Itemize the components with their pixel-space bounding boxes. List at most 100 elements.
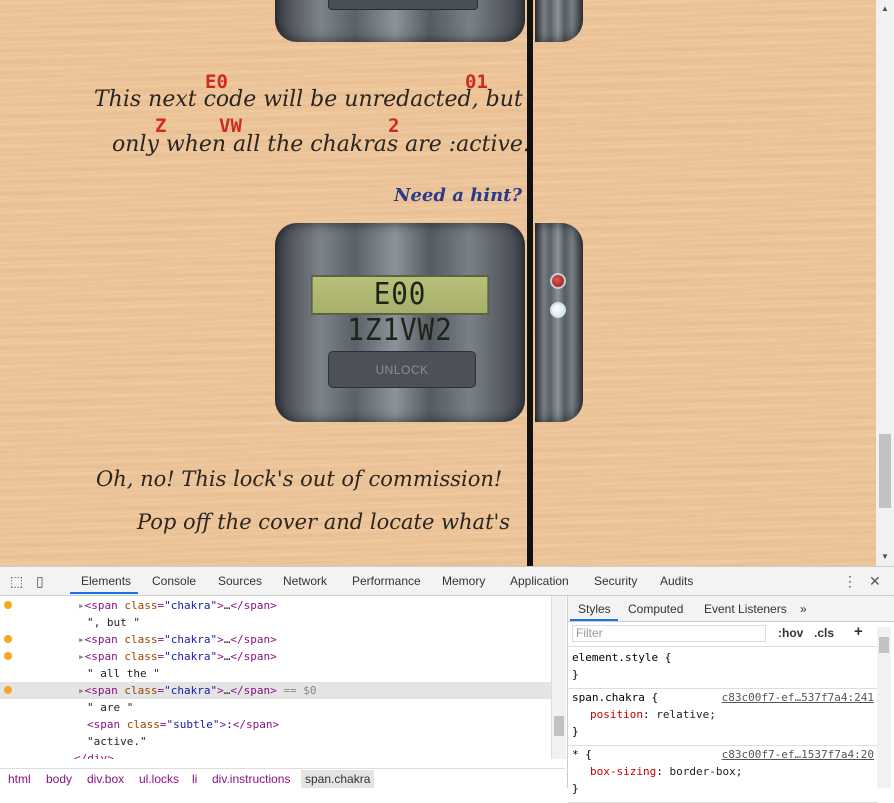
- style-rule[interactable]: element.style {}: [568, 648, 878, 689]
- style-rule[interactable]: * { c83c00f7-ef…1537f7a4:20 box-sizing: bo…: [568, 745, 878, 803]
- dom-node-row[interactable]: ▸<span class="chakra">…</span>: [0, 597, 551, 614]
- filter-row: Filter :hov .cls +: [568, 622, 878, 647]
- red-led-indicator: [550, 273, 566, 289]
- upper-lock-button[interactable]: [328, 0, 478, 10]
- breadcrumb-item[interactable]: div.box: [87, 772, 124, 786]
- dom-node-row[interactable]: ▸<span class="chakra">…</span>: [0, 648, 551, 665]
- dom-node-text: "active.": [87, 735, 147, 748]
- dom-node-row[interactable]: ", but ": [0, 614, 551, 631]
- active-tab-indicator: [70, 592, 138, 594]
- dom-node-text: " are ": [87, 701, 134, 714]
- elements-tree: ▸<span class="chakra">…</span> ", but " ▸<…: [0, 596, 551, 759]
- tab-security[interactable]: Security: [594, 574, 637, 588]
- page-viewport: E0 01 Z VW 2 This next code will be unre…: [0, 0, 876, 566]
- expand-arrow-icon[interactable]: ▸: [78, 633, 85, 646]
- upper-lock-side-panel: [535, 0, 583, 42]
- dom-node-text: ▸<span class="chakra">…</span> == $0: [78, 684, 317, 697]
- styles-scrollbar[interactable]: [877, 627, 891, 788]
- breakpoint-dot-icon: [4, 686, 12, 694]
- rule-source-link[interactable]: c83c00f7-ef…537f7a4:241: [722, 691, 874, 704]
- tab-memory[interactable]: Memory: [442, 574, 485, 588]
- styles-pane: Styles Computed Event Listeners » Filter…: [567, 596, 894, 803]
- breadcrumb-item[interactable]: body: [46, 772, 72, 786]
- filter-input[interactable]: Filter: [572, 625, 766, 642]
- scrollbar-thumb[interactable]: [879, 434, 891, 508]
- inspect-element-icon[interactable]: ⬚: [10, 573, 23, 590]
- dom-node-row[interactable]: ▸<span class="chakra">…</span> == $0: [0, 682, 551, 699]
- instruction-line: This next code will be unredacted, but: [94, 87, 523, 112]
- breakpoint-dot-icon: [4, 652, 12, 660]
- class-toggle-button[interactable]: .cls: [814, 626, 834, 640]
- expand-arrow-icon[interactable]: ▸: [78, 650, 85, 663]
- rule-selector[interactable]: * {: [572, 748, 592, 761]
- expand-arrow-icon[interactable]: ▸: [78, 684, 85, 697]
- tab-network[interactable]: Network: [283, 574, 327, 588]
- breadcrumb-item[interactable]: html: [8, 772, 31, 786]
- expand-arrow-icon[interactable]: ▸: [78, 599, 85, 612]
- tab-event-listeners[interactable]: Event Listeners: [704, 602, 787, 616]
- scroll-down-icon[interactable]: ▼: [881, 552, 889, 561]
- tab-sources[interactable]: Sources: [218, 574, 262, 588]
- cyan-led-indicator: [550, 302, 566, 318]
- dom-node-text: " all the ": [87, 667, 160, 680]
- instruction-line: only when all the chakras are :active.: [112, 132, 530, 157]
- hint-link[interactable]: Need a hint?: [394, 185, 522, 206]
- instruction-line: Oh, no! This lock's out of commission!: [96, 467, 503, 491]
- tab-computed[interactable]: Computed: [628, 602, 683, 616]
- dom-node-row[interactable]: ▸<span class="chakra">…</span>: [0, 631, 551, 648]
- dom-node-text: ▸<span class="chakra">…</span>: [78, 650, 277, 663]
- hover-state-button[interactable]: :hov: [778, 626, 803, 640]
- breadcrumb-item[interactable]: div.instructions: [212, 772, 290, 786]
- dom-node-row[interactable]: " all the ": [0, 665, 551, 682]
- lock-side-panel: [535, 223, 583, 422]
- breadcrumb-item-active[interactable]: span.chakra: [301, 770, 375, 788]
- rule-close-brace: }: [572, 782, 579, 795]
- new-rule-button[interactable]: +: [854, 623, 863, 640]
- dom-node-text: ▸<span class="chakra">…</span>: [78, 633, 277, 646]
- scroll-up-icon[interactable]: ▲: [881, 4, 889, 13]
- dom-node-row[interactable]: </div>: [0, 750, 551, 759]
- dom-node-row[interactable]: " are ": [0, 699, 551, 716]
- breadcrumb-item[interactable]: ul.locks: [139, 772, 179, 786]
- tab-performance[interactable]: Performance: [352, 574, 421, 588]
- rule-selector[interactable]: element.style {: [572, 651, 671, 664]
- rule-close-brace: }: [572, 725, 579, 738]
- dom-node-row[interactable]: <span class="subtle">:</span>: [0, 716, 551, 733]
- tab-application[interactable]: Application: [510, 574, 569, 588]
- dom-node-text: <span class="subtle">:</span>: [87, 718, 280, 731]
- tab-styles[interactable]: Styles: [578, 602, 611, 616]
- scrollbar-thumb[interactable]: [879, 637, 889, 653]
- style-rule[interactable]: span.chakra { c83c00f7-ef…537f7a4:241 posi…: [568, 688, 878, 746]
- close-icon[interactable]: ✕: [869, 573, 881, 590]
- rule-selector[interactable]: span.chakra {: [572, 691, 658, 704]
- active-tab-indicator: [570, 619, 618, 621]
- unlock-button[interactable]: UNLOCK: [328, 351, 476, 388]
- device-toolbar-icon[interactable]: ▯: [36, 573, 44, 590]
- instruction-line: Pop off the cover and locate what's: [137, 510, 511, 534]
- page-scrollbar[interactable]: ▲ ▼: [876, 0, 894, 566]
- more-tabs-icon[interactable]: »: [800, 602, 807, 616]
- css-declaration[interactable]: box-sizing: border-box;: [590, 765, 742, 778]
- dom-node-text: </div>: [74, 752, 114, 759]
- more-options-icon[interactable]: ⋮: [843, 573, 857, 590]
- devtools-tabbar: ⬚ ▯ Elements Console Sources Network Per…: [0, 567, 894, 596]
- dom-node-text: ", but ": [87, 616, 140, 629]
- dom-node-text: ▸<span class="chakra">…</span>: [78, 599, 277, 612]
- lcd-display: E00 1Z1VW2: [310, 275, 490, 348]
- tab-console[interactable]: Console: [152, 574, 196, 588]
- breadcrumb-item[interactable]: li: [192, 772, 197, 786]
- tab-audits[interactable]: Audits: [660, 574, 693, 588]
- css-declaration[interactable]: position: relative;: [590, 708, 716, 721]
- rule-source-link[interactable]: c83c00f7-ef…1537f7a4:20: [722, 748, 874, 761]
- devtools-panel: ⬚ ▯ Elements Console Sources Network Per…: [0, 566, 894, 803]
- breadcrumb: html body div.box ul.locks li div.instru…: [0, 768, 565, 789]
- rule-close-brace: }: [572, 668, 579, 681]
- styles-tabbar: Styles Computed Event Listeners »: [568, 596, 894, 622]
- scrollbar-thumb[interactable]: [554, 716, 564, 736]
- tab-elements[interactable]: Elements: [81, 574, 131, 588]
- lock-seam: [527, 0, 533, 566]
- breakpoint-dot-icon: [4, 635, 12, 643]
- dom-node-row[interactable]: "active.": [0, 733, 551, 750]
- breakpoint-dot-icon: [4, 601, 12, 609]
- elements-scrollbar[interactable]: [551, 596, 566, 759]
